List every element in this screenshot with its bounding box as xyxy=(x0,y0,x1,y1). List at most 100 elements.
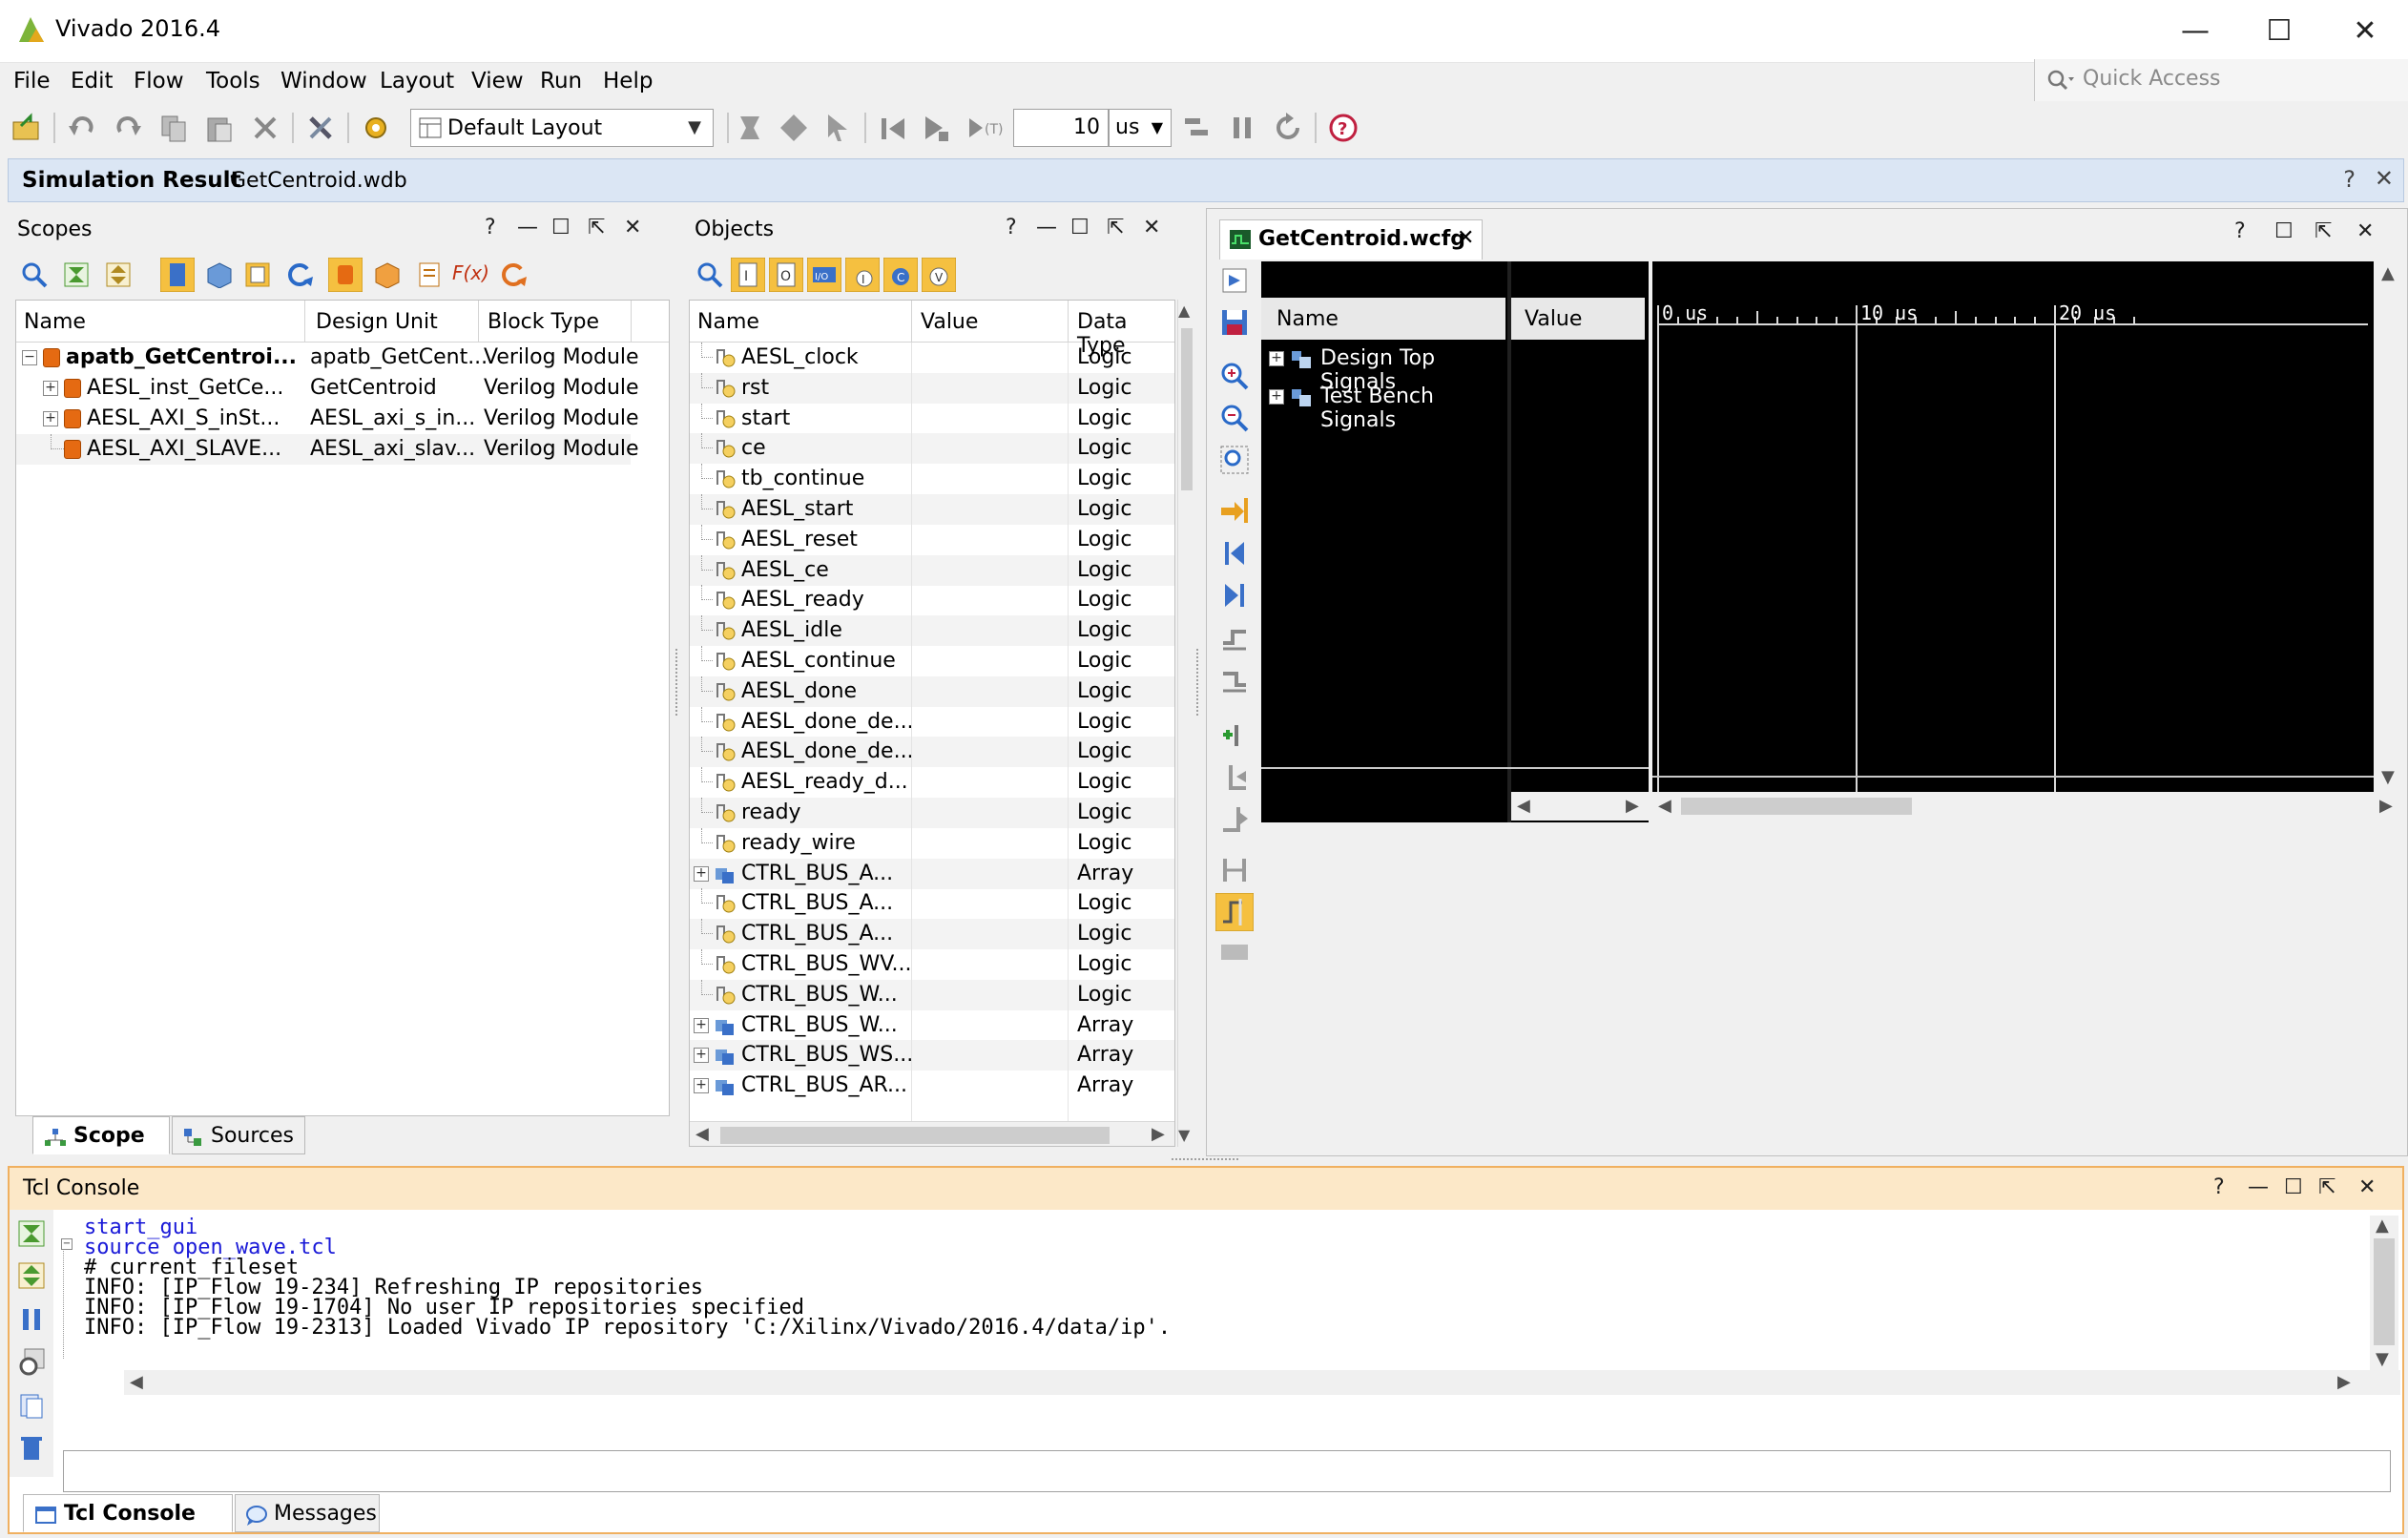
close-button[interactable]: ✕ xyxy=(2375,165,2394,192)
scroll-left-icon[interactable]: ◀ xyxy=(695,1124,709,1144)
expand-icon[interactable]: + xyxy=(1269,351,1284,366)
scroll-left-icon[interactable]: ◀ xyxy=(1517,796,1530,816)
menu-run[interactable]: Run xyxy=(540,69,582,94)
close-button[interactable]: ✕ xyxy=(2322,8,2408,55)
object-row[interactable]: + CTRL_BUS_AR... Array xyxy=(690,1070,1174,1101)
collapse-all-icon[interactable] xyxy=(17,1219,46,1248)
marker-icon[interactable] xyxy=(778,113,809,143)
scroll-down-icon[interactable]: ▼ xyxy=(2381,767,2395,787)
collapse-icon[interactable]: − xyxy=(22,350,37,365)
block-filter-icon[interactable] xyxy=(244,261,271,288)
paste-icon[interactable] xyxy=(204,113,235,143)
instance-filter-icon[interactable] xyxy=(328,258,363,292)
wave-group-design-top[interactable]: + Design Top Signals xyxy=(1261,343,1505,394)
menu-layout[interactable]: Layout xyxy=(380,69,454,94)
box-icon[interactable] xyxy=(374,261,401,288)
column-value[interactable]: Value xyxy=(921,310,978,334)
minimize-button[interactable]: — xyxy=(2152,8,2238,55)
scope-row[interactable]: + AESL_AXI_S_inSt... AESL_axi_s_in... Veril… xyxy=(16,404,639,434)
zoom-fit-icon[interactable] xyxy=(1219,265,1250,296)
zoom-in-icon[interactable] xyxy=(1219,361,1250,391)
splitter-handle[interactable] xyxy=(1172,1158,1238,1162)
clear-console-icon[interactable] xyxy=(17,1433,46,1462)
floating-ruler-icon[interactable] xyxy=(1219,941,1250,964)
column-design-unit[interactable]: Design Unit xyxy=(316,310,438,334)
previous-transition-icon[interactable] xyxy=(1219,624,1250,655)
copy-icon[interactable] xyxy=(17,1391,46,1420)
scroll-right-icon[interactable]: ▶ xyxy=(1626,796,1639,816)
scroll-left-icon[interactable]: ◀ xyxy=(1658,796,1671,816)
delete-icon[interactable] xyxy=(250,113,280,143)
constant-filter-icon[interactable]: C xyxy=(883,258,918,292)
scope-row[interactable]: + AESL_inst_GetCe... GetCentroid Verilog Mo… xyxy=(16,373,639,404)
column-name[interactable]: Name xyxy=(697,310,759,334)
expand-icon[interactable]: + xyxy=(43,411,58,426)
relaunch-icon[interactable] xyxy=(1273,113,1303,143)
object-row[interactable]: + CTRL_BUS_W... Array xyxy=(690,1010,1174,1041)
scroll-down-icon[interactable]: ▼ xyxy=(1178,1126,1190,1144)
object-row[interactable]: AESL_ce Logic xyxy=(690,554,1174,586)
tcl-vertical-scrollbar[interactable]: ▲ ▼ xyxy=(2370,1216,2398,1370)
pause-icon[interactable] xyxy=(1227,113,1257,143)
menu-view[interactable]: View xyxy=(471,69,524,94)
wave-value-header[interactable]: Value xyxy=(1511,298,1645,340)
object-row[interactable]: CTRL_BUS_WV... Logic xyxy=(690,949,1174,980)
add-marker-icon[interactable] xyxy=(1219,719,1250,750)
tcl-command-input[interactable] xyxy=(63,1450,2391,1492)
show-all-icon[interactable] xyxy=(17,1347,46,1376)
object-row[interactable]: + CTRL_BUS_WS... Array xyxy=(690,1040,1174,1071)
next-marker-icon[interactable] xyxy=(1219,803,1250,834)
object-row[interactable]: ready_wire Logic xyxy=(690,827,1174,859)
splitter-handle[interactable] xyxy=(1196,649,1200,716)
tab-messages[interactable]: Messages xyxy=(235,1494,380,1532)
expand-icon[interactable]: + xyxy=(694,1048,709,1064)
copy-icon[interactable] xyxy=(158,113,189,143)
go-to-cursor-icon[interactable] xyxy=(1219,494,1250,525)
package-icon[interactable] xyxy=(206,261,233,288)
object-row[interactable]: ce Logic xyxy=(690,433,1174,465)
close-panel-button[interactable]: ✕ xyxy=(2356,219,2374,243)
scroll-up-icon[interactable]: ▲ xyxy=(2381,263,2395,283)
scroll-left-icon[interactable]: ◀ xyxy=(130,1372,143,1392)
maximize-panel-button[interactable]: ☐ xyxy=(1070,216,1090,239)
zoom-out-icon[interactable] xyxy=(1219,403,1250,433)
collapse-icon[interactable]: − xyxy=(61,1238,73,1250)
scroll-right-icon[interactable]: ▶ xyxy=(2337,1372,2351,1392)
help-button[interactable]: ? xyxy=(485,216,496,239)
quick-access-field[interactable]: Quick Access xyxy=(2034,59,2408,101)
maximize-panel-button[interactable]: ☐ xyxy=(2274,219,2294,243)
step-icon[interactable] xyxy=(1181,113,1212,143)
scrollbar-thumb[interactable] xyxy=(2374,1238,2395,1345)
waveform-area[interactable]: 0 us 10 us 20 us xyxy=(1652,261,2374,792)
save-icon[interactable] xyxy=(1219,307,1250,338)
scrollbar-thumb[interactable] xyxy=(1681,798,1912,815)
scope-row[interactable]: − apatb_GetCentroi... apatb_GetCent... Veri… xyxy=(16,343,639,373)
maximize-panel-button[interactable]: ☐ xyxy=(2284,1175,2303,1199)
undo-icon[interactable] xyxy=(67,113,97,143)
go-to-end-icon[interactable] xyxy=(1219,580,1250,611)
object-row[interactable]: AESL_done_de... Logic xyxy=(690,706,1174,738)
scope-row[interactable]: AESL_AXI_SLAVE... AESL_axi_slav... Verilog… xyxy=(16,434,639,465)
object-row[interactable]: tb_continue Logic xyxy=(690,464,1174,494)
run-time-input[interactable]: 10 xyxy=(1013,109,1109,147)
scroll-up-icon[interactable]: ▲ xyxy=(2376,1216,2389,1236)
expand-icon[interactable]: + xyxy=(1269,389,1284,405)
snap-to-transition-icon[interactable] xyxy=(1215,893,1254,931)
expand-icon[interactable]: + xyxy=(694,1017,709,1033)
column-name[interactable]: Name xyxy=(24,310,86,334)
maximize-button[interactable]: ☐ xyxy=(2236,8,2322,55)
gear-icon[interactable] xyxy=(361,113,391,143)
float-panel-button[interactable]: ⇱ xyxy=(588,216,605,239)
go-to-start-icon[interactable] xyxy=(1219,538,1250,569)
previous-marker-icon[interactable] xyxy=(1219,761,1250,792)
object-row[interactable]: CTRL_BUS_A... Logic xyxy=(690,888,1174,919)
menu-tools[interactable]: Tools xyxy=(206,69,260,94)
tab-getcentroid-wcfg[interactable]: GetCentroid.wcfg ✕ xyxy=(1219,219,1483,260)
scroll-right-icon[interactable]: ▶ xyxy=(2379,796,2393,816)
minimize-panel-button[interactable]: — xyxy=(1036,216,1057,239)
object-row[interactable]: AESL_done_de... Logic xyxy=(690,737,1174,768)
scroll-down-icon[interactable]: ▼ xyxy=(2376,1349,2389,1369)
tab-sources[interactable]: Sources xyxy=(172,1116,305,1154)
function-icon[interactable]: F(x) xyxy=(452,261,489,284)
task-icon[interactable] xyxy=(416,261,443,288)
